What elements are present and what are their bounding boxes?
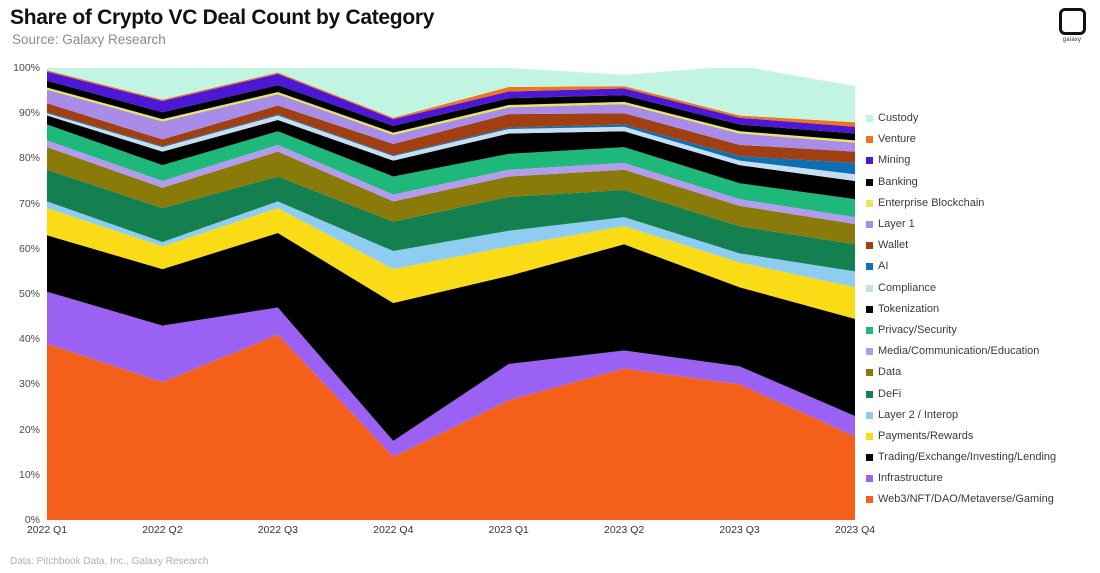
legend-item[interactable]: Data xyxy=(866,362,1096,383)
legend-item[interactable]: Media/Communication/Education xyxy=(866,341,1096,362)
legend-swatch-icon xyxy=(866,199,873,207)
legend-swatch-icon xyxy=(866,178,873,186)
legend-item-label: Data xyxy=(878,366,902,379)
legend-item-label: Tokenization xyxy=(878,302,940,315)
legend-item[interactable]: Payments/Rewards xyxy=(866,426,1096,447)
legend-swatch-icon xyxy=(866,136,873,144)
chart-footer: Data: Pitchbook Data, Inc., Galaxy Resea… xyxy=(10,556,209,567)
legend-swatch-icon xyxy=(866,411,873,419)
legend-item[interactable]: Compliance xyxy=(866,278,1096,299)
legend-item[interactable]: Trading/Exchange/Investing/Lending xyxy=(866,447,1096,468)
y-axis-tick-label: 30% xyxy=(18,378,40,391)
legend-item-label: Compliance xyxy=(878,281,937,294)
y-axis-tick-label: 70% xyxy=(18,197,40,210)
legend-item[interactable]: AI xyxy=(866,256,1096,277)
legend-item-label: Wallet xyxy=(878,239,909,252)
legend-swatch-icon xyxy=(866,221,873,229)
legend-swatch-icon xyxy=(866,157,873,165)
y-axis-tick-label: 90% xyxy=(18,107,40,120)
x-axis-tick-label: 2022 Q2 xyxy=(142,524,183,536)
x-axis-tick-label: 2023 Q3 xyxy=(719,524,760,536)
legend-swatch-icon xyxy=(866,475,873,483)
x-axis-tick-label: 2022 Q1 xyxy=(26,524,68,536)
legend-item-label: DeFi xyxy=(878,387,902,400)
y-axis-tick-label: 60% xyxy=(18,242,40,255)
legend-swatch-icon xyxy=(866,305,873,313)
x-axis: 2022 Q1 2022 Q2 2022 Q3 2022 Q4 2023 Q1 2023 … xyxy=(27,524,875,544)
x-axis-tick-label: 2022 Q4 xyxy=(373,524,414,536)
legend-item-label: Media/Communication/Education xyxy=(878,345,1040,358)
legend-item[interactable]: Mining xyxy=(866,150,1096,171)
galaxy-logo-wordmark: galaxy xyxy=(1062,37,1082,43)
stacked-area-chart xyxy=(47,68,855,520)
legend-item[interactable]: Tokenization xyxy=(866,299,1096,320)
legend-item-label: Layer 2 / Interop xyxy=(878,408,959,421)
legend-swatch-icon xyxy=(866,326,873,334)
legend-item[interactable]: Infrastructure xyxy=(866,468,1096,489)
y-axis: 0% 10% 20% 30% 40% 50% 60% 70% 80% 90% 100% xyxy=(0,62,44,526)
legend-swatch-icon xyxy=(866,369,873,377)
legend-swatch-icon xyxy=(866,454,873,462)
y-axis-tick-label: 50% xyxy=(18,288,40,300)
legend-item[interactable]: Privacy/Security xyxy=(866,320,1096,341)
chart-header: Share of Crypto VC Deal Count by Categor… xyxy=(10,6,434,48)
galaxy-logo-mark xyxy=(1058,8,1086,35)
chart-legend: Custody Venture Mining Banking Enterprise Bl… xyxy=(866,108,1096,511)
legend-swatch-icon xyxy=(866,496,873,504)
legend-item-label: Payments/Rewards xyxy=(878,429,974,442)
legend-item-label: AI xyxy=(878,260,889,273)
legend-swatch-icon xyxy=(866,432,873,440)
y-axis-tick-label: 80% xyxy=(18,152,40,165)
legend-item[interactable]: Layer 2 / Interop xyxy=(866,405,1096,426)
y-axis-tick-label: 10% xyxy=(18,468,40,481)
chart-subtitle: Source: Galaxy Research xyxy=(12,32,166,48)
legend-item-label: Layer 1 xyxy=(878,218,915,231)
legend-swatch-icon xyxy=(866,348,873,356)
legend-item[interactable]: Wallet xyxy=(866,235,1096,256)
legend-item-label: Infrastructure xyxy=(878,472,943,485)
legend-item-label: Banking xyxy=(878,175,918,188)
legend-item[interactable]: Venture xyxy=(866,129,1096,150)
legend-item[interactable]: Enterprise Blockchain xyxy=(866,193,1096,214)
legend-swatch-icon xyxy=(866,263,873,271)
page-title: Share of Crypto VC Deal Count by Categor… xyxy=(10,6,435,29)
x-axis-tick-label: 2023 Q4 xyxy=(834,524,876,536)
legend-item-label: Mining xyxy=(878,154,911,167)
legend-swatch-icon xyxy=(866,390,873,398)
y-axis-tick-label: 20% xyxy=(18,423,40,436)
legend-item-label: Web3/NFT/DAO/Metaverse/Gaming xyxy=(878,493,1054,506)
x-axis-tick-label: 2023 Q2 xyxy=(603,524,645,536)
legend-item[interactable]: DeFi xyxy=(866,383,1096,404)
legend-item[interactable]: Web3/NFT/DAO/Metaverse/Gaming xyxy=(866,489,1096,510)
x-axis-tick-label: 2022 Q3 xyxy=(257,524,298,536)
galaxy-logo: galaxy xyxy=(1052,8,1092,43)
legend-swatch-icon xyxy=(866,284,873,292)
legend-item-label: Custody xyxy=(878,112,919,125)
legend-swatch-icon xyxy=(866,242,873,250)
legend-item[interactable]: Custody xyxy=(866,108,1096,129)
legend-item-label: Trading/Exchange/Investing/Lending xyxy=(878,451,1057,464)
legend-item[interactable]: Layer 1 xyxy=(866,214,1096,235)
legend-swatch-icon xyxy=(866,115,873,123)
legend-item-label: Enterprise Blockchain xyxy=(878,196,985,209)
legend-item[interactable]: Banking xyxy=(866,172,1096,193)
y-axis-tick-label: 100% xyxy=(13,62,40,74)
legend-item-label: Venture xyxy=(878,133,916,146)
legend-item-label: Privacy/Security xyxy=(878,323,957,336)
area-chart-svg xyxy=(47,68,855,520)
x-axis-tick-label: 2023 Q1 xyxy=(488,524,529,536)
y-axis-tick-label: 40% xyxy=(18,333,40,346)
